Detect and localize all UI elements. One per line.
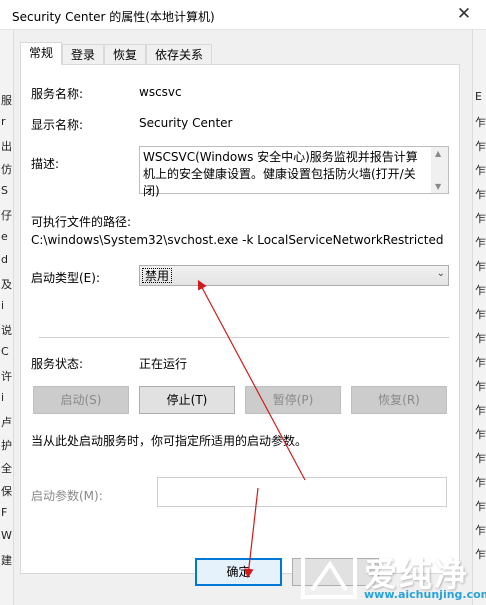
background-char: d [1, 253, 8, 266]
scroll-up-icon[interactable]: ▲ [435, 149, 441, 158]
service-status-label: 服务状态: [31, 357, 84, 371]
background-char: 乍 [475, 452, 486, 465]
stop-button-label: 停止(T) [166, 393, 208, 407]
background-char: 建 [1, 554, 12, 567]
background-char: 乍 [475, 500, 486, 513]
startup-type-select[interactable]: 禁用 ⌄ [139, 265, 449, 286]
background-char: 仔 [1, 209, 12, 222]
tab-recovery[interactable]: 恢复 [104, 44, 147, 65]
background-char: 乍 [475, 284, 486, 297]
chevron-down-icon: ⌄ [436, 268, 445, 279]
tab-logon[interactable]: 登录 [62, 44, 105, 65]
watermark-logo-icon [301, 551, 357, 599]
background-char: 乍 [475, 332, 486, 345]
start-button-label: 启动(S) [60, 393, 102, 407]
tab-dependencies[interactable]: 依存关系 [146, 44, 213, 65]
startup-type-label: 启动类型(E): [31, 271, 100, 285]
background-char: 乍 [475, 140, 486, 153]
background-char: i [1, 299, 5, 312]
background-char: 服 [1, 94, 12, 107]
description-scrollbar[interactable]: ▲ ▼ [431, 147, 448, 193]
background-window-left: 服r出仿S仔ed及i说C许i卢护全保FW建 [0, 30, 14, 605]
title-bar: Security Center 的属性(本地计算机) ✕ [0, 0, 486, 30]
start-button[interactable]: 启动(S) [33, 386, 129, 414]
background-char: 乍 [475, 212, 486, 225]
background-char: 仿 [1, 163, 12, 176]
background-char: 乍 [475, 260, 486, 273]
description-text: WSCSVC(Windows 安全中心)服务监视并报告计算机上的安全健康设置。健… [143, 150, 418, 198]
background-char: 全 [1, 462, 12, 475]
service-status-value: 正在运行 [139, 357, 188, 371]
background-char: 乍 [475, 356, 486, 369]
start-params-label: 启动参数(M): [31, 489, 103, 503]
description-box[interactable]: WSCSVC(Windows 安全中心)服务监视并报告计算机上的安全健康设置。健… [139, 146, 449, 198]
exe-path-label: 可执行文件的路径: [31, 215, 132, 229]
background-char: C [1, 345, 9, 358]
startup-type-value: 禁用 [142, 268, 173, 283]
background-char: 乍 [475, 116, 486, 129]
window-title: Security Center 的属性(本地计算机) [12, 10, 215, 24]
background-char: 护 [1, 439, 12, 452]
tab-general[interactable]: 常规 [20, 42, 63, 65]
dialog-body: 常规 登录 恢复 依存关系 服务名称: wscsvc 显示名称: Securit… [14, 30, 472, 605]
background-char: r [1, 115, 6, 128]
background-char: 许 [1, 370, 12, 383]
pause-button-label: 暂停(P) [272, 393, 314, 407]
background-char: 乍 [475, 308, 486, 321]
background-char: W [1, 529, 12, 542]
pause-button[interactable]: 暂停(P) [245, 386, 341, 414]
close-icon[interactable]: ✕ [456, 5, 472, 23]
background-char: e [1, 230, 8, 243]
background-window-right: E乍乍乍乍乍乍乍乍乍乍乍乍乍乍乍乍乍乍乍 [472, 30, 486, 605]
background-char: 保 [1, 485, 12, 498]
display-name-value: Security Center [139, 116, 233, 130]
background-char: F [1, 506, 8, 519]
background-char: 说 [1, 324, 12, 337]
separator [39, 337, 449, 338]
exe-path-value: C:\windows\System32\svchost.exe -k Local… [31, 233, 444, 247]
background-char: 及 [1, 278, 12, 291]
background-char: 乍 [475, 380, 486, 393]
background-char: 乍 [475, 236, 486, 249]
watermark-url: www.aichunjing.com [364, 588, 486, 601]
scroll-down-icon[interactable]: ▼ [435, 182, 441, 191]
ok-button[interactable]: 确定 [195, 558, 282, 586]
service-name-label: 服务名称: [31, 87, 84, 101]
service-name-value: wscsvc [139, 85, 182, 99]
start-params-hint: 当从此处启动服务时，你可指定所适用的启动参数。 [31, 434, 308, 448]
background-char: 乍 [475, 476, 486, 489]
ok-button-label: 确定 [226, 565, 251, 579]
background-char: 乍 [475, 404, 486, 417]
general-panel: 服务名称: wscsvc 显示名称: Security Center 描述: W… [20, 64, 460, 574]
background-char: 卢 [1, 416, 12, 429]
resume-button[interactable]: 恢复(R) [351, 386, 447, 414]
background-char: 乍 [475, 524, 486, 537]
stop-button[interactable]: 停止(T) [139, 386, 235, 414]
description-label: 描述: [31, 157, 60, 171]
resume-button-label: 恢复(R) [378, 393, 420, 407]
background-char: 乍 [475, 164, 486, 177]
display-name-label: 显示名称: [31, 118, 84, 132]
background-char: 出 [1, 140, 12, 153]
background-char: S [1, 184, 8, 197]
start-params-input[interactable] [157, 477, 447, 507]
background-char: 乍 [475, 428, 486, 441]
background-char: 乍 [475, 188, 486, 201]
tab-strip: 常规 登录 恢复 依存关系 [20, 42, 213, 65]
background-char: E [475, 90, 482, 103]
background-char: i [1, 391, 5, 404]
watermark: 爱纯净 www.aichunjing.com [298, 546, 486, 605]
